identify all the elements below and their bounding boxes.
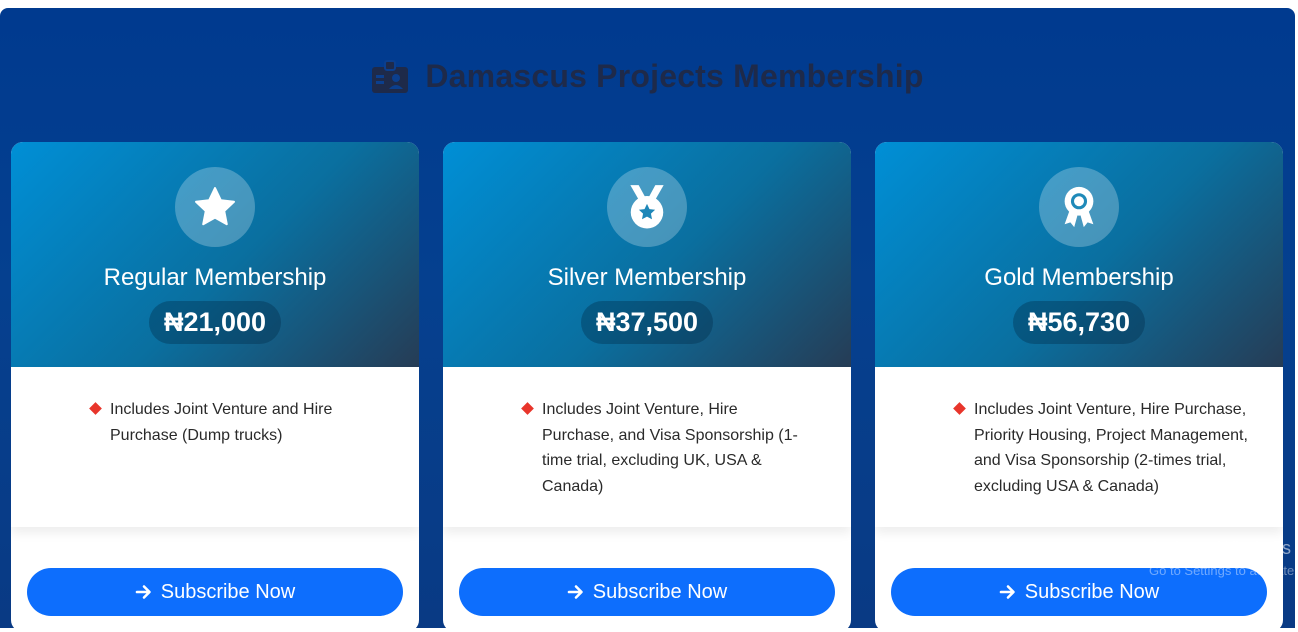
award-icon xyxy=(1064,186,1094,228)
plan-icon-badge xyxy=(175,167,255,247)
plan-title: Silver Membership xyxy=(547,264,747,291)
arrow-right-icon xyxy=(999,585,1015,599)
membership-section: Damascus Projects Membership Regular Mem… xyxy=(0,8,1295,632)
plan-header: Silver Membership ₦37,500 xyxy=(443,142,851,367)
plan-feature: Includes Joint Venture, Hire Purchase, P… xyxy=(953,397,1255,499)
page-heading: Damascus Projects Membership xyxy=(0,58,1295,95)
subscribe-silver-button[interactable]: Subscribe Now xyxy=(459,568,835,616)
diamond-bullet-icon xyxy=(521,402,534,415)
plan-title: Gold Membership xyxy=(984,264,1174,291)
subscribe-regular-button[interactable]: Subscribe Now xyxy=(27,568,403,616)
diamond-bullet-icon xyxy=(89,402,102,415)
plan-feature-text: Includes Joint Venture, Hire Purchase, P… xyxy=(974,401,1248,495)
plan-feature-text: Includes Joint Venture and Hire Purchase… xyxy=(110,401,333,444)
plan-feature: Includes Joint Venture and Hire Purchase… xyxy=(89,397,351,448)
subscribe-button-label: Subscribe Now xyxy=(1024,580,1160,603)
subscribe-button-label: Subscribe Now xyxy=(592,580,728,603)
plan-header: Regular Membership ₦21,000 xyxy=(11,142,419,367)
star-icon xyxy=(195,187,235,226)
plan-body: Includes Joint Venture and Hire Purchase… xyxy=(11,367,419,527)
activate-windows-watermark: Activate Windows Go to Settings to activ… xyxy=(1149,538,1298,578)
page-title: Damascus Projects Membership xyxy=(425,58,924,94)
plan-icon-badge xyxy=(607,167,687,247)
subscribe-button-label: Subscribe Now xyxy=(160,580,296,603)
plan-card-regular: Regular Membership ₦21,000 Includes Join… xyxy=(11,142,419,632)
medal-icon xyxy=(630,185,664,229)
plan-title: Regular Membership xyxy=(103,264,327,291)
plan-icon-badge xyxy=(1039,167,1119,247)
plan-body: Includes Joint Venture, Hire Purchase, a… xyxy=(443,367,851,527)
plan-body: Includes Joint Venture, Hire Purchase, P… xyxy=(875,367,1283,527)
plan-feature: Includes Joint Venture, Hire Purchase, a… xyxy=(521,397,813,499)
plan-price: ₦56,730 xyxy=(1012,301,1146,344)
plan-card-silver: Silver Membership ₦37,500 Includes Joint… xyxy=(443,142,851,632)
arrow-right-icon xyxy=(135,585,151,599)
plan-price: ₦21,000 xyxy=(148,301,282,344)
diamond-bullet-icon xyxy=(953,402,966,415)
watermark-subtitle: Go to Settings to activate Windows. xyxy=(1149,563,1298,578)
plan-price: ₦37,500 xyxy=(580,301,714,344)
plan-header: Gold Membership ₦56,730 xyxy=(875,142,1283,367)
id-badge-icon xyxy=(372,59,409,93)
arrow-right-icon xyxy=(567,585,583,599)
watermark-title: Activate Windows xyxy=(1149,538,1292,558)
plan-feature-text: Includes Joint Venture, Hire Purchase, a… xyxy=(542,401,798,495)
